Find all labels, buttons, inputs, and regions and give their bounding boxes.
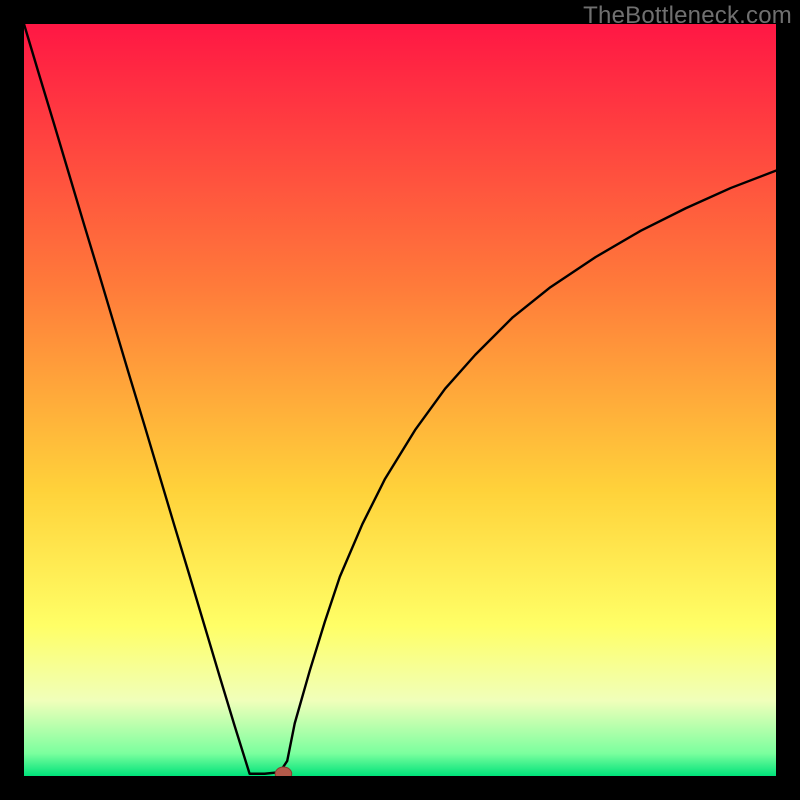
chart-svg bbox=[24, 24, 776, 776]
chart-frame: TheBottleneck.com bbox=[0, 0, 800, 800]
watermark-text: TheBottleneck.com bbox=[583, 2, 792, 30]
plot-area bbox=[24, 24, 776, 776]
marker-optimal-point bbox=[275, 767, 292, 776]
